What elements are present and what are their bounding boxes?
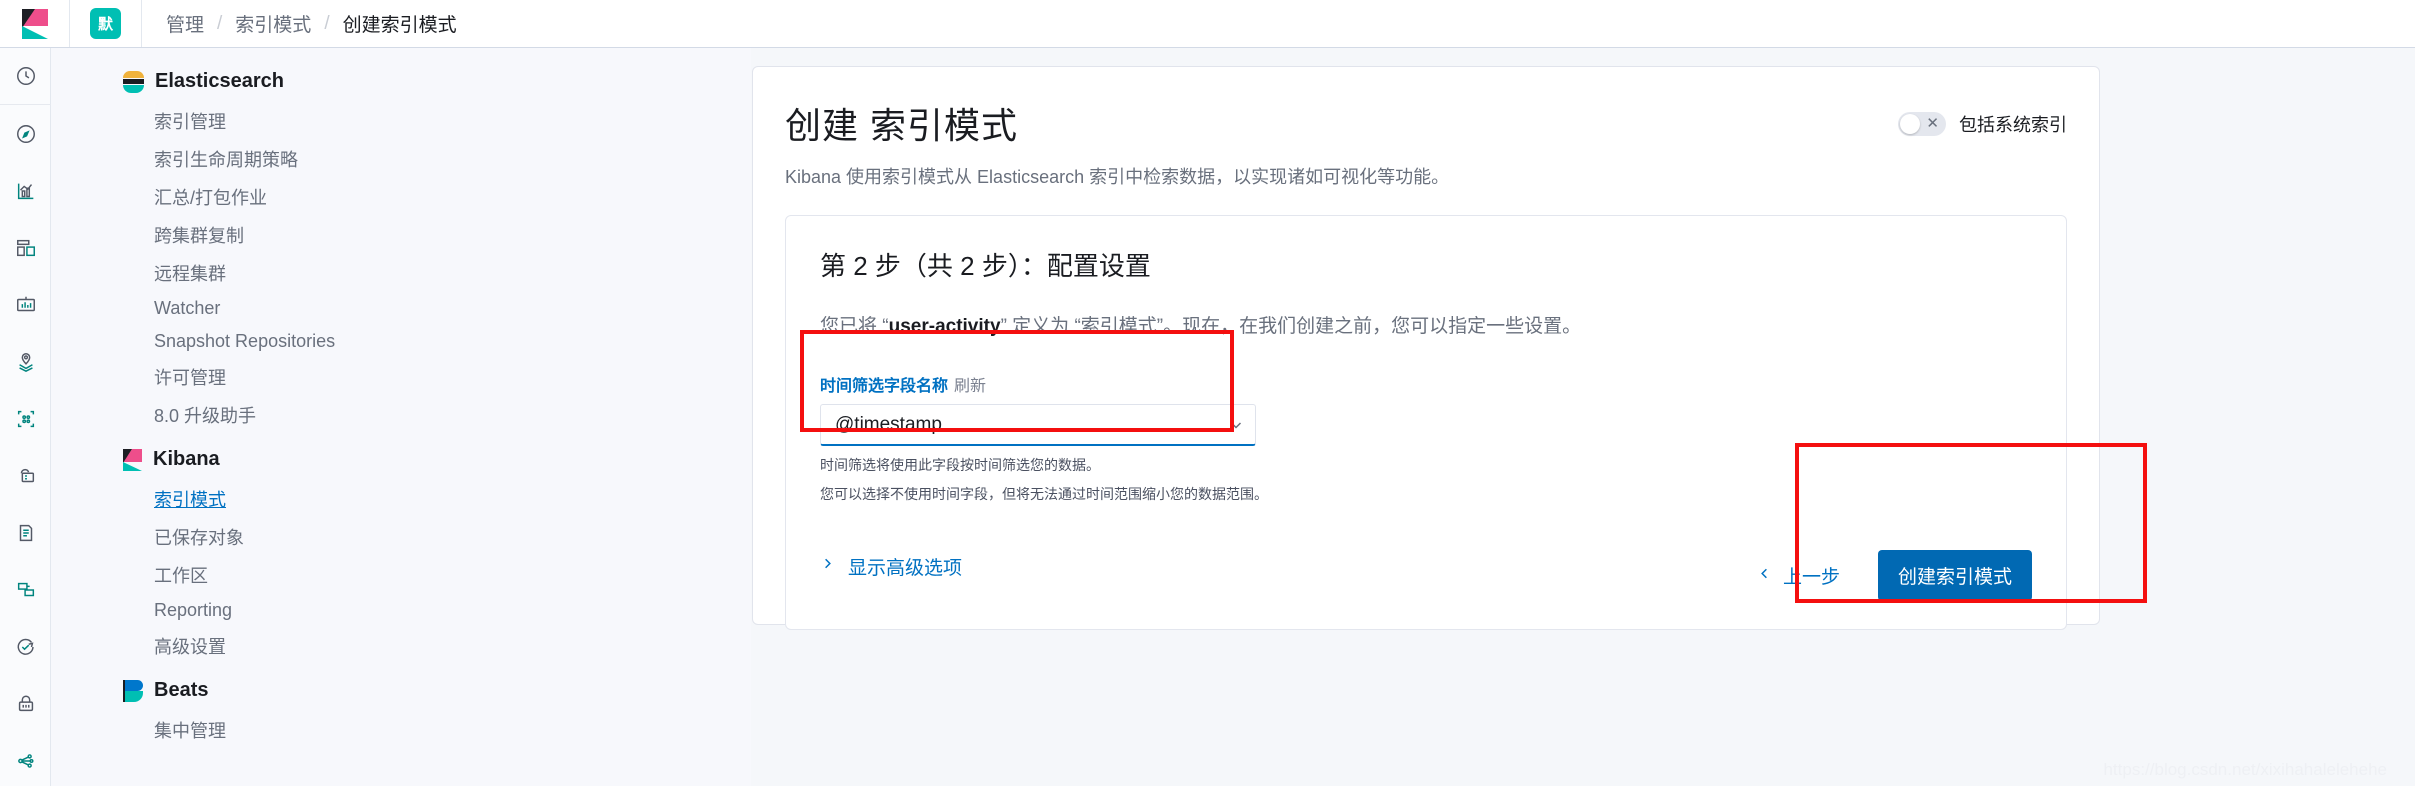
sidebar-group-label: Kibana	[153, 448, 220, 470]
footer-actions: 上一步 创建索引模式	[1757, 550, 2032, 601]
include-system-indices-toggle[interactable]: ✕ 包括系统索引	[1898, 111, 2067, 137]
toggle-switch[interactable]: ✕	[1898, 112, 1946, 136]
management-sidebar: Elasticsearch 索引管理 索引生命周期策略 汇总/打包作业 跨集群复…	[51, 48, 751, 786]
maps-icon[interactable]	[0, 333, 51, 390]
show-advanced-options-label: 显示高级选项	[848, 557, 963, 579]
logs-icon[interactable]	[0, 504, 51, 561]
space-switcher[interactable]: 默	[70, 0, 142, 47]
sidebar-item-central-management[interactable]: 集中管理	[123, 711, 751, 749]
sidebar-item-rollup-jobs[interactable]: 汇总/打包作业	[123, 178, 751, 216]
beats-logo-icon	[123, 679, 143, 702]
recently-viewed-icon[interactable]	[0, 48, 51, 105]
sidebar-group-label: Elasticsearch	[155, 70, 284, 92]
create-index-pattern-panel: 创建 索引模式 Kibana 使用索引模式从 Elasticsearch 索引中…	[752, 66, 2100, 630]
back-button[interactable]: 上一步	[1757, 562, 1840, 589]
time-field-select-value: @timestamp	[835, 413, 942, 435]
create-index-pattern-button[interactable]: 创建索引模式	[1877, 550, 2032, 601]
sidebar-item-remote-clusters[interactable]: 远程集群	[123, 254, 751, 292]
sidebar-item-upgrade-assistant[interactable]: 8.0 升级助手	[123, 396, 751, 434]
sidebar-group-title-kibana: Kibana	[123, 448, 751, 471]
refresh-link[interactable]: 刷新	[954, 378, 986, 395]
graph-icon[interactable]	[0, 732, 51, 786]
sidebar-item-reporting[interactable]: Reporting	[123, 594, 751, 627]
visualize-icon[interactable]	[0, 162, 51, 219]
top-header: 默 管理 / 索引模式 / 创建索引模式	[0, 0, 2415, 48]
breadcrumb-item-create-index-pattern[interactable]: 创建索引模式	[343, 10, 457, 37]
sidebar-item-watcher[interactable]: Watcher	[123, 292, 751, 325]
time-field-select-wrapper: @timestamp	[820, 404, 1256, 446]
sidebar-item-saved-objects[interactable]: 已保存对象	[123, 518, 751, 556]
toggle-knob	[1900, 114, 1920, 134]
chevron-right-icon	[820, 555, 835, 577]
page-subtitle: Kibana 使用索引模式从 Elasticsearch 索引中检索数据，以实现…	[785, 167, 1450, 187]
sidebar-group-title-beats: Beats	[123, 679, 751, 702]
sidebar-group-elasticsearch: Elasticsearch 索引管理 索引生命周期策略 汇总/打包作业 跨集群复…	[123, 70, 751, 434]
step-desc-suffix: ” 定义为 “索引模式”。现在，在我们创建之前，您可以指定一些设置。	[1000, 316, 1582, 337]
sidebar-item-cross-cluster-replication[interactable]: 跨集群复制	[123, 216, 751, 254]
dashboard-icon[interactable]	[0, 219, 51, 276]
space-badge: 默	[90, 8, 121, 39]
breadcrumb-separator: /	[324, 12, 330, 34]
time-field-select[interactable]: @timestamp	[820, 404, 1256, 446]
sidebar-group-label: Beats	[154, 679, 209, 701]
watermark: https://blog.csdn.net/xixihahalelehehe	[2103, 760, 2387, 779]
sidebar-item-license-management[interactable]: 许可管理	[123, 358, 751, 396]
time-field-help-line-1: 时间筛选将使用此字段按时间筛选您的数据。	[820, 457, 1100, 473]
uptime-icon[interactable]	[0, 618, 51, 675]
page-title: 创建 索引模式	[785, 105, 1019, 146]
sidebar-item-spaces[interactable]: 工作区	[123, 556, 751, 594]
breadcrumb-item-management[interactable]: 管理	[166, 10, 204, 37]
show-advanced-options-toggle[interactable]: 显示高级选项	[820, 553, 962, 580]
sidebar-item-index-lifecycle-policies[interactable]: 索引生命周期策略	[123, 140, 751, 178]
infrastructure-icon[interactable]	[0, 447, 51, 504]
kibana-logo-icon	[123, 448, 142, 471]
step-title: 第 2 步（共 2 步）：配置设置	[820, 251, 1151, 281]
chevron-left-icon	[1757, 565, 1772, 587]
sidebar-item-index-patterns[interactable]: 索引模式	[123, 480, 751, 518]
step-description: 您已将 “user-activity” 定义为 “索引模式”。现在，在我们创建之…	[820, 311, 2032, 338]
kibana-app: 默 管理 / 索引模式 / 创建索引模式 Elasticsearch 索引管理 …	[0, 0, 2415, 786]
index-pattern-name: user-activity	[888, 316, 1001, 337]
toggle-label: 包括系统索引	[1959, 115, 2067, 135]
step-desc-prefix: 您已将 “	[820, 316, 889, 337]
elasticsearch-logo-icon	[123, 70, 144, 93]
toggle-off-icon: ✕	[1926, 115, 1939, 132]
time-field-help-line-2: 您可以选择不使用时间字段，但将无法通过时间范围缩小您的数据范围。	[820, 486, 1268, 503]
discover-icon[interactable]	[0, 105, 51, 162]
back-button-label: 上一步	[1782, 567, 1840, 588]
sidebar-item-snapshot-repositories[interactable]: Snapshot Repositories	[123, 325, 751, 358]
sidebar-item-advanced-settings[interactable]: 高级设置	[123, 627, 751, 665]
time-field-label-text: 时间筛选字段名称	[820, 378, 949, 395]
breadcrumb-separator: /	[217, 12, 223, 34]
security-lock-icon[interactable]	[0, 675, 51, 732]
panel-header: 创建 索引模式 Kibana 使用索引模式从 Elasticsearch 索引中…	[753, 67, 2099, 189]
time-field-label: 时间筛选字段名称 刷新	[820, 372, 2032, 396]
step-two-card: 第 2 步（共 2 步）：配置设置 您已将 “user-activity” 定义…	[785, 215, 2067, 630]
sidebar-item-index-management[interactable]: 索引管理	[123, 102, 751, 140]
machine-learning-icon[interactable]	[0, 390, 51, 447]
chevron-down-icon[interactable]	[1228, 417, 1244, 438]
sidebar-group-kibana: Kibana 索引模式 已保存对象 工作区 Reporting 高级设置	[123, 448, 751, 665]
sidebar-group-beats: Beats 集中管理	[123, 679, 751, 749]
breadcrumb: 管理 / 索引模式 / 创建索引模式	[142, 10, 457, 37]
canvas-icon[interactable]	[0, 276, 51, 333]
kibana-logo-icon[interactable]	[0, 0, 70, 47]
breadcrumb-item-index-patterns[interactable]: 索引模式	[235, 10, 311, 37]
sidebar-group-title-elasticsearch: Elasticsearch	[123, 70, 751, 93]
icon-rail	[0, 48, 51, 786]
apm-icon[interactable]	[0, 561, 51, 618]
